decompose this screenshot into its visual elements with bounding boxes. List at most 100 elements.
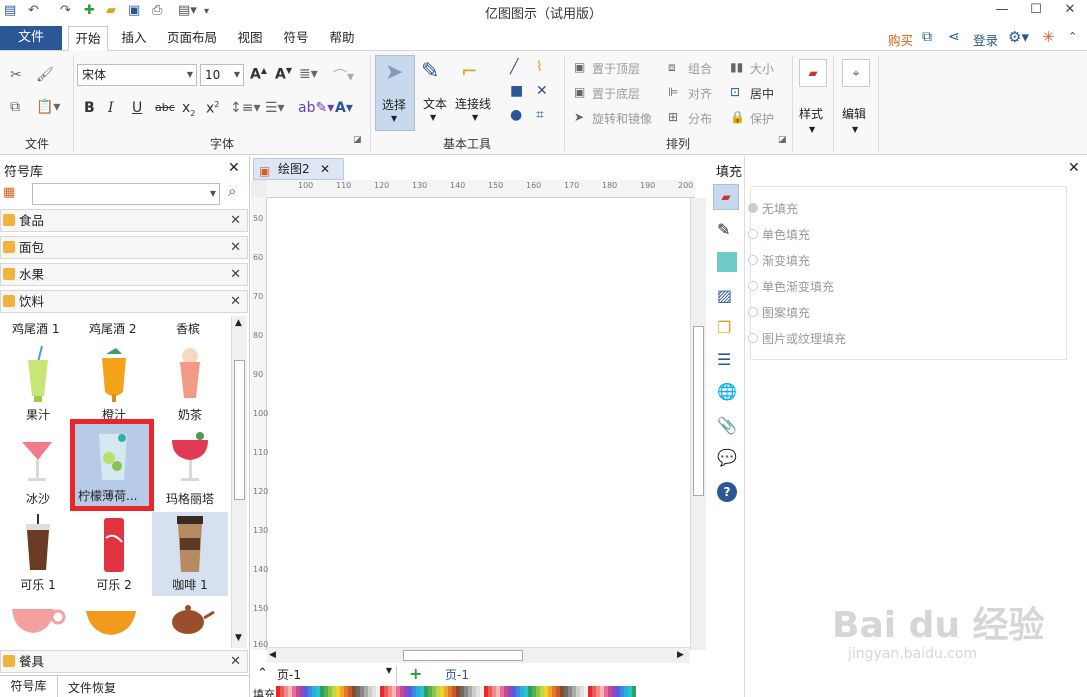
scroll-left-icon[interactable]: ◀ xyxy=(269,650,276,660)
connector-tool-button[interactable]: ⌐ 连接线 ▼ xyxy=(455,55,497,131)
fill-panel-close-icon[interactable]: ✕ xyxy=(1068,160,1080,176)
format-painter-icon[interactable]: 🖌 xyxy=(36,67,54,83)
style-button[interactable]: ▰ 样式 ▼ xyxy=(797,59,829,135)
line-shape-icon[interactable]: ╱ xyxy=(510,59,518,75)
hyperlink-globe-icon[interactable]: 🌐 xyxy=(717,382,737,401)
copy-icon[interactable]: ⧉ xyxy=(10,99,20,115)
canvas-horizontal-scrollbar[interactable]: ◀ ▶ xyxy=(267,647,690,663)
fill-icon[interactable]: ▰ xyxy=(713,184,739,210)
no-fill-option[interactable]: 无填充 xyxy=(748,200,798,217)
tea-bowl-icon[interactable] xyxy=(82,601,142,641)
comment-icon[interactable]: 💬 xyxy=(717,448,737,467)
add-page-icon[interactable]: + xyxy=(409,664,422,683)
font-color-icon[interactable]: A▾ xyxy=(335,100,353,116)
subscript-icon[interactable]: x2 xyxy=(182,100,195,118)
ribbon-collapse-icon[interactable]: ⌃ xyxy=(1068,30,1077,43)
category-bread[interactable]: 面包 ✕ xyxy=(0,236,248,259)
rectangle-shape-icon[interactable]: ■ xyxy=(510,83,523,99)
close-icon[interactable]: ✕ xyxy=(230,651,241,672)
close-icon[interactable]: ✕ xyxy=(320,159,330,179)
share-box-icon[interactable]: ⧉ xyxy=(922,29,932,45)
close-icon[interactable]: ✕ xyxy=(230,237,241,258)
scroll-thumb[interactable] xyxy=(234,360,245,500)
text-tool-button[interactable]: ✎ 文本 ▼ xyxy=(418,55,452,131)
help-icon[interactable]: ? xyxy=(717,482,737,502)
category-food[interactable]: 食品 ✕ xyxy=(0,209,248,232)
bold-icon[interactable]: B xyxy=(84,100,95,116)
drawing-page[interactable] xyxy=(268,199,690,646)
close-icon[interactable]: ✕ xyxy=(1058,2,1082,22)
cut-icon[interactable]: ✂ xyxy=(10,67,22,83)
paste-icon[interactable]: 📋▾ xyxy=(36,99,60,115)
line-spacing-icon[interactable]: ↕≡▾ xyxy=(230,100,261,116)
plugin-icon[interactable]: ✳ xyxy=(1042,28,1055,46)
tab-symbol-library[interactable]: 符号库 xyxy=(0,676,58,697)
scroll-thumb[interactable] xyxy=(693,326,704,496)
canvas-vertical-scrollbar[interactable] xyxy=(690,198,706,650)
category-tableware[interactable]: 餐具 ✕ xyxy=(0,650,248,673)
category-fruit[interactable]: 水果 ✕ xyxy=(0,263,248,286)
size-button[interactable]: 大小 xyxy=(750,60,774,77)
italic-icon[interactable]: I xyxy=(108,100,114,116)
curve-text-icon[interactable]: ⌒▾ xyxy=(333,66,354,86)
search-icon[interactable]: ⌕ xyxy=(228,182,236,200)
minimize-icon[interactable]: — xyxy=(990,2,1014,22)
symbol-cola-1[interactable]: 可乐 1 xyxy=(0,512,76,596)
align-icon[interactable]: ≣▾ xyxy=(299,66,318,82)
library-scrollbar[interactable]: ▲ ▼ xyxy=(231,316,247,648)
single-gradient-fill-option[interactable]: 单色渐变填充 xyxy=(748,278,834,295)
crop-icon[interactable]: ⌗ xyxy=(536,107,544,123)
color-swatch[interactable] xyxy=(632,686,636,697)
attachment-icon[interactable]: 📎 xyxy=(717,416,737,435)
tea-cup-icon[interactable] xyxy=(8,601,68,641)
scroll-up-icon[interactable]: ▲ xyxy=(235,318,242,328)
symbol-cola-2[interactable]: 可乐 2 xyxy=(76,512,152,596)
tab-view[interactable]: 视图 xyxy=(230,26,270,51)
color-palette[interactable] xyxy=(276,686,636,697)
scroll-thumb[interactable] xyxy=(403,650,523,661)
align-button[interactable]: 对齐 xyxy=(688,85,712,102)
symbol-milk-tea[interactable]: 奶茶 xyxy=(152,342,228,426)
symbol-juice[interactable]: 果汁 xyxy=(0,342,76,426)
page-nav-up-icon[interactable]: ⌃ xyxy=(257,666,268,681)
settings-gear-icon[interactable]: ⚙▾ xyxy=(1008,28,1029,46)
ellipse-shape-icon[interactable]: ● xyxy=(510,107,522,123)
scroll-right-icon[interactable]: ▶ xyxy=(677,650,684,660)
symbol-coffee-1[interactable]: 咖啡 1 xyxy=(152,512,228,596)
maximize-icon[interactable]: ☐ xyxy=(1024,2,1048,22)
close-icon[interactable]: ✕ xyxy=(230,264,241,285)
document-tab[interactable]: ▣ 绘图2 ✕ xyxy=(253,158,344,180)
protect-button[interactable]: 保护 xyxy=(750,110,774,127)
superscript-icon[interactable]: x2 xyxy=(206,100,219,117)
page-select[interactable]: 页-1 ▼ xyxy=(277,666,397,684)
image-icon[interactable]: ▨ xyxy=(717,286,732,305)
send-to-back-button[interactable]: 置于底层 xyxy=(592,85,640,102)
strikethrough-icon[interactable]: abc xyxy=(155,101,175,114)
shadow-icon[interactable] xyxy=(717,252,737,272)
arc-shape-icon[interactable]: ⌇ xyxy=(536,59,543,75)
select-tool-button[interactable]: ➤ 选择 ▼ xyxy=(375,55,415,131)
bullets-icon[interactable]: ☰▾ xyxy=(265,100,285,116)
group-button[interactable]: 组合 xyxy=(688,60,712,77)
grow-font-icon[interactable]: A▲ xyxy=(250,66,267,83)
edit-button[interactable]: ⌖ 编辑 ▼ xyxy=(840,59,872,135)
tab-help[interactable]: 帮助 xyxy=(322,26,362,51)
login-link[interactable]: 登录 xyxy=(973,30,998,49)
library-close-icon[interactable]: ✕ xyxy=(228,160,240,176)
gradient-fill-option[interactable]: 渐变填充 xyxy=(748,252,810,269)
library-search-input[interactable]: ▼ xyxy=(32,183,220,205)
close-icon[interactable]: ✕ xyxy=(230,291,241,312)
category-drinks[interactable]: 饮料 ✕ xyxy=(0,290,248,313)
symbol-smoothie[interactable]: 冰沙 xyxy=(0,426,76,510)
page-list-icon[interactable]: ☰ xyxy=(717,350,731,369)
tab-symbol[interactable]: 符号 xyxy=(276,26,316,51)
tab-home[interactable]: 开始 xyxy=(68,26,108,51)
tab-file-recovery[interactable]: 文件恢复 xyxy=(68,679,116,696)
symbol-margarita[interactable]: 玛格丽塔 xyxy=(152,426,228,510)
picture-texture-fill-option[interactable]: 图片或纹理填充 xyxy=(748,330,846,347)
tab-insert[interactable]: 插入 xyxy=(114,26,154,51)
buy-link[interactable]: 购买 xyxy=(888,30,913,49)
symbol-orange-juice[interactable]: 橙汁 xyxy=(76,342,152,426)
rotate-mirror-button[interactable]: 旋转和镜像 xyxy=(592,110,652,127)
font-name-select[interactable]: 宋体 ▼ xyxy=(77,64,197,86)
